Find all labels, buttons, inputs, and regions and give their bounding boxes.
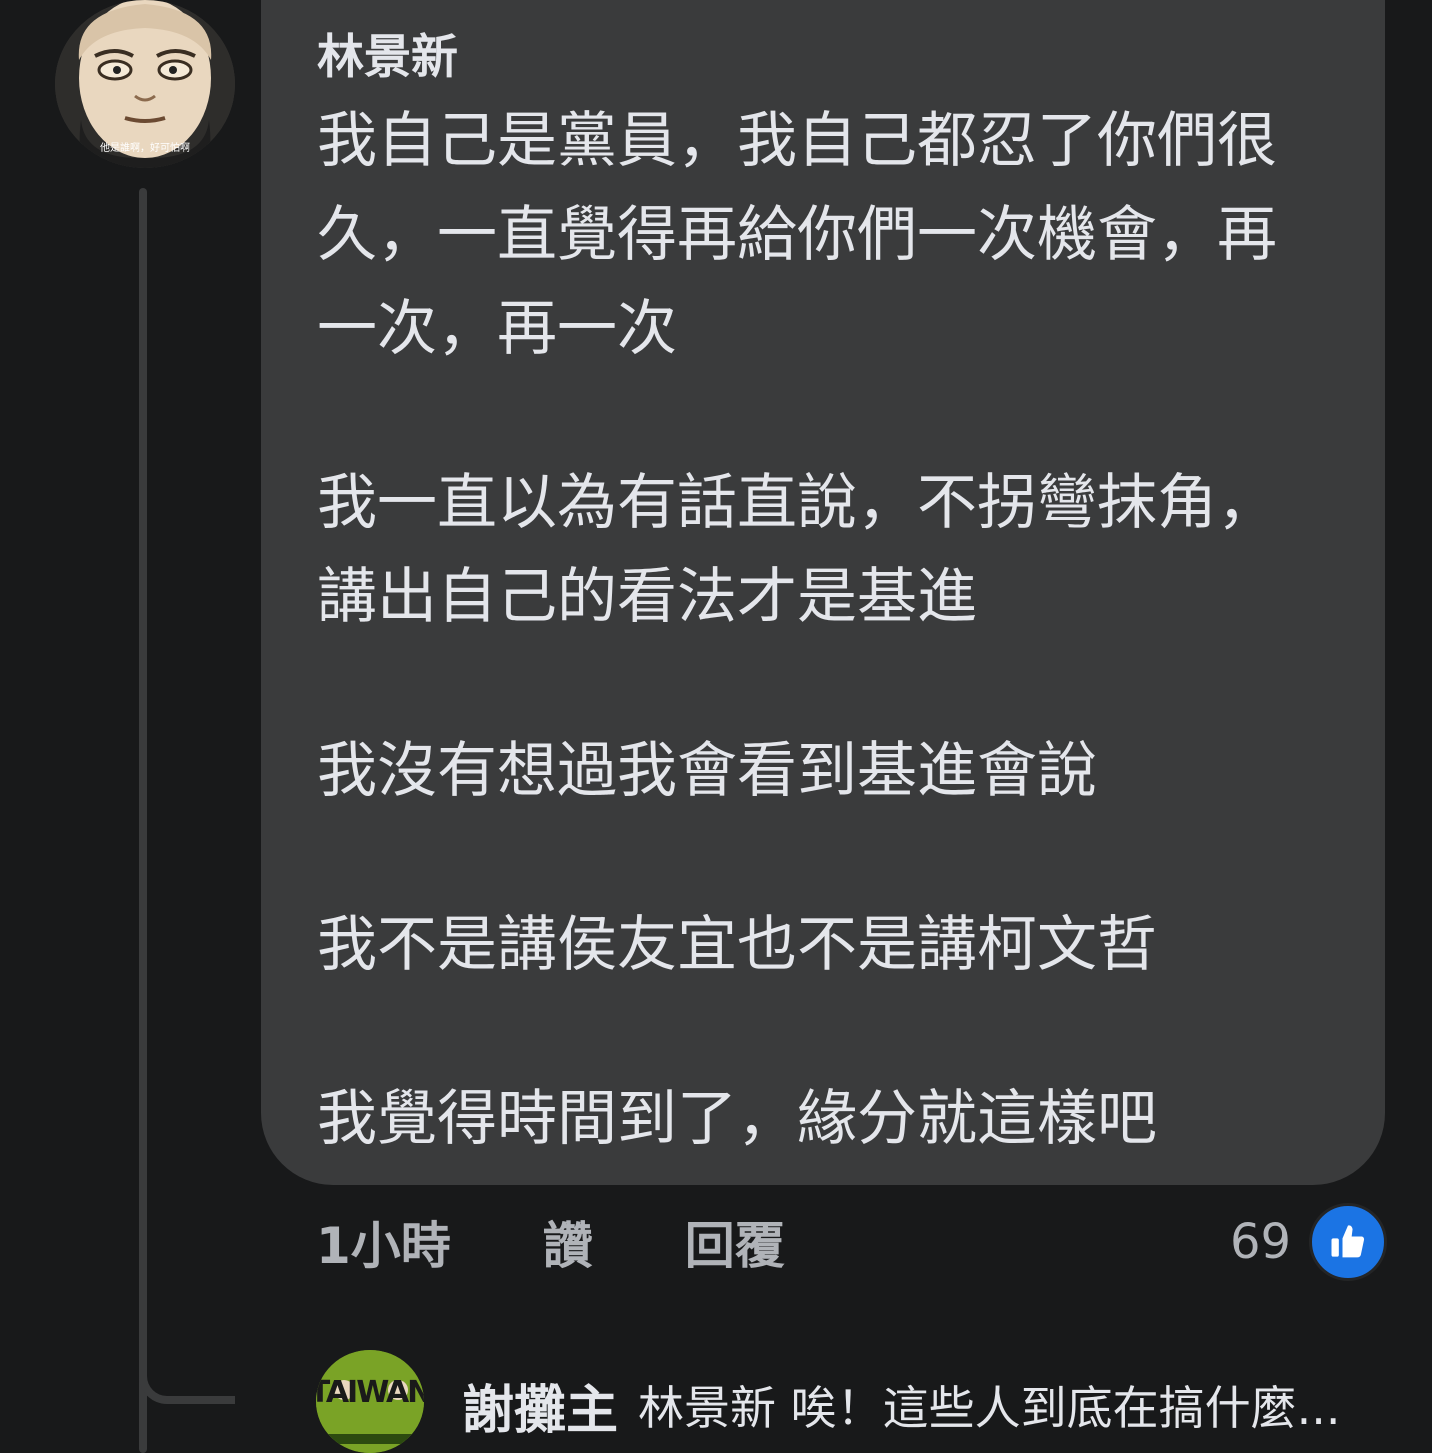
comment-body: 我自己是黨員，我自己都忍了你們很久，一直覺得再給你們一次機會，再一次，再一次 我… xyxy=(317,94,1307,1166)
commenter-avatar[interactable]: 他是誰啊，好可怕啊 xyxy=(55,0,235,168)
thread-connector-line xyxy=(139,188,147,1453)
reply-button[interactable]: 回覆 xyxy=(685,1206,785,1278)
reply-author-name[interactable]: 謝攤主 xyxy=(462,1368,618,1443)
comment-paragraph: 我不是講侯友宜也不是講柯文哲 xyxy=(317,910,1157,980)
comment-paragraph: 我自己是黨員，我自己都忍了你們很久，一直覺得再給你們一次機會，再一次，再一次 xyxy=(317,106,1277,364)
comment-timestamp[interactable]: 1小時 xyxy=(316,1206,451,1278)
thumbs-up-glyph xyxy=(1331,1225,1365,1258)
taiwan-logo-avatar: TAIWAN xyxy=(316,1350,424,1453)
comment-bubble: 林景新 我自己是黨員，我自己都忍了你們很久，一直覺得再給你們一次機會，再一次，再… xyxy=(261,0,1385,1185)
comment-paragraph: 我一直以為有話直說，不拐彎抹角，講出自己的看法才是基進 xyxy=(317,468,1277,632)
reply-preview[interactable]: 謝攤主 林景新 唉！這些人到底在搞什麼... xyxy=(462,1368,1341,1443)
comment-thread: 他是誰啊，好可怕啊 林景新 我自己是黨員，我自己都忍了你們很久，一直覺得再給你們… xyxy=(0,0,1432,1453)
reaction-count: 69 xyxy=(1230,1214,1292,1270)
like-button[interactable]: 讚 xyxy=(543,1206,593,1278)
reply-snippet: 林景新 唉！這些人到底在搞什麼... xyxy=(638,1381,1341,1435)
reply-author-avatar[interactable]: TAIWAN xyxy=(316,1350,424,1453)
thumbs-up-icon xyxy=(1309,1203,1388,1281)
avatar-caption: 他是誰啊，好可怕啊 xyxy=(100,141,190,154)
comment-paragraph: 我沒有想過我會看到基進會說 xyxy=(317,736,1097,806)
comment-author-name[interactable]: 林景新 xyxy=(317,22,1329,94)
comment-paragraph: 我覺得時間到了，緣分就這樣吧 xyxy=(317,1084,1157,1154)
comment-actions: 1小時 讚 回覆 xyxy=(316,1200,785,1284)
reaction-summary[interactable]: 69 xyxy=(1230,1200,1388,1284)
avatar-illustration: 他是誰啊，好可怕啊 xyxy=(55,0,235,168)
thread-branch-line xyxy=(139,1360,235,1404)
avatar-logo-text: TAIWAN xyxy=(316,1375,424,1410)
